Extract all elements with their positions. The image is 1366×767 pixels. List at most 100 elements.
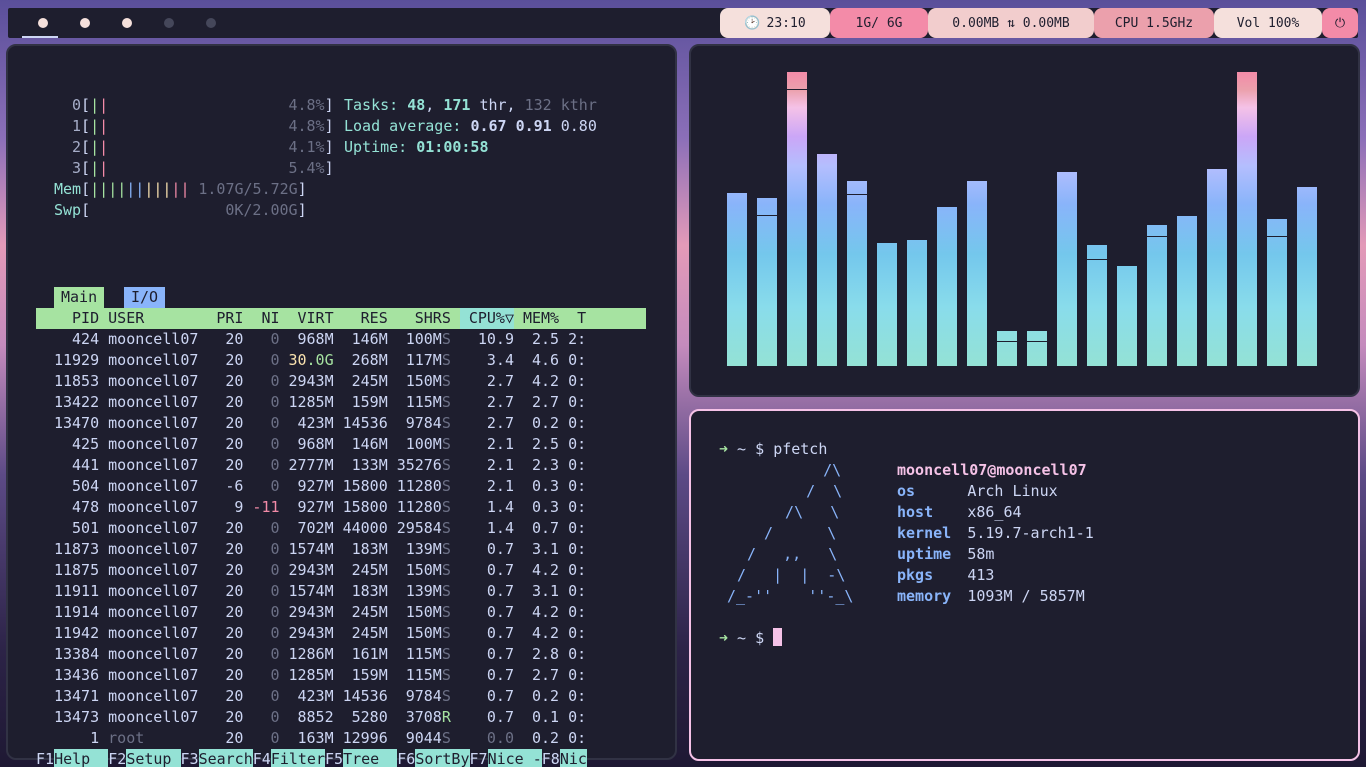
process-row[interactable]: 13473 mooncell07 20 0 8852 5280 3708R 0.7 0.1 0: xyxy=(36,707,646,728)
meter-bracket-close: ] xyxy=(324,117,334,135)
time-cell: 0: xyxy=(568,582,587,600)
virt-cell: 927M xyxy=(297,498,334,516)
process-row[interactable]: 501 mooncell07 20 0 702M 44000 29584S 1.4 0.7 0: xyxy=(36,518,646,539)
bar-module-power[interactable]: ⏻ xyxy=(1322,8,1358,38)
fkey-f4-action[interactable]: Filter xyxy=(270,749,325,767)
bar-module-network[interactable]: 0.00MB ⇅ 0.00MB xyxy=(928,8,1094,38)
process-row[interactable]: 11875 mooncell07 20 0 2943M 245M 150MS 0.7 4.2 0: xyxy=(36,560,646,581)
column-header-mem[interactable]: MEM% xyxy=(514,308,559,329)
mem-percent-cell: 4.2 xyxy=(531,603,560,621)
terminal-window[interactable]: ➜ ~ $ pfetch /\ / \ /\ \ / \ / ,, \ / | | … xyxy=(689,409,1360,761)
cpu-percent-cell: 10.9 xyxy=(477,330,514,348)
pid-cell: 478 xyxy=(72,498,100,516)
column-header-pri[interactable]: PRI xyxy=(207,308,243,329)
cava-visualizer-window xyxy=(689,44,1360,397)
mem-value: 1.07G/5.72G xyxy=(198,180,298,198)
column-header-shr[interactable]: SHR xyxy=(388,308,442,329)
mem-label: Mem xyxy=(54,180,82,198)
workspace-button[interactable] xyxy=(106,8,148,38)
user-cell: mooncell07 xyxy=(108,393,199,411)
process-row[interactable]: 13471 mooncell07 20 0 423M 14536 9784S 0.7 0.2 0: xyxy=(36,686,646,707)
process-row[interactable]: 11873 mooncell07 20 0 1574M 183M 139MS 0.7 3.1 0: xyxy=(36,539,646,560)
process-row[interactable]: 424 mooncell07 20 0 968M 146M 100MS 10.9 2.5 2: xyxy=(36,329,646,350)
tab-io[interactable]: I/O xyxy=(124,287,166,308)
state-cell: S xyxy=(441,372,451,390)
meter-bracket-open: [ xyxy=(81,117,91,135)
state-cell: S xyxy=(441,624,451,642)
column-header-cpu[interactable]: CPU%▽ xyxy=(459,308,514,329)
user-cell: mooncell07 xyxy=(108,477,199,495)
process-row[interactable]: 441 mooncell07 20 0 2777M 133M 35276S 2.1 2.3 0: xyxy=(36,455,646,476)
nice-cell: 0 xyxy=(270,477,280,495)
workspace-button[interactable] xyxy=(64,8,106,38)
fkey-f2-action[interactable]: Setup xyxy=(126,749,181,767)
process-row[interactable]: 11914 mooncell07 20 0 2943M 245M 150MS 0.7 4.2 0: xyxy=(36,602,646,623)
process-row[interactable]: 11911 mooncell07 20 0 1574M 183M 139MS 0.7 3.1 0: xyxy=(36,581,646,602)
virt-cell: 2943M xyxy=(288,561,334,579)
column-header-user[interactable]: USER xyxy=(99,308,207,329)
fkey-f5-action[interactable]: Tree xyxy=(343,749,398,767)
column-header-t[interactable]: T xyxy=(559,308,586,329)
fkey-f3-action[interactable]: Search xyxy=(198,749,253,767)
workspace-button[interactable] xyxy=(22,8,64,38)
res-cell: 15800 xyxy=(342,498,388,516)
cpu-meter: 1[|| 4.8%] xyxy=(72,116,334,137)
column-header-ni[interactable]: NI xyxy=(243,308,279,329)
column-header-pid[interactable]: PID xyxy=(36,308,99,329)
priority-cell: 20 xyxy=(225,351,244,369)
visualizer-bar xyxy=(1147,225,1167,366)
prompt-arrow-icon: ➜ xyxy=(719,440,729,458)
mem-percent-cell: 2.5 xyxy=(531,330,560,348)
process-row[interactable]: 11929 mooncell07 20 0 30.0G 268M 117MS 3.4 4.6 0: xyxy=(36,350,646,371)
visualizer-peak xyxy=(1147,236,1167,237)
mem-percent-cell: 2.5 xyxy=(531,435,560,453)
shr-cell: 150M xyxy=(405,561,442,579)
bar-module-clock[interactable]: 🕑 23:10 xyxy=(720,8,830,38)
process-row[interactable]: 13436 mooncell07 20 0 1285M 159M 115MS 0.7 2.7 0: xyxy=(36,665,646,686)
res-cell: 245M xyxy=(351,603,388,621)
visualizer-bar xyxy=(907,240,927,366)
fkey-f6-action[interactable]: SortBy xyxy=(415,749,470,767)
cpu-percent: 4.1% xyxy=(288,138,325,156)
process-row[interactable]: 1 root 20 0 163M 12996 9044S 0.0 0.2 0: xyxy=(36,728,646,749)
fkey-f8-action[interactable]: Nic xyxy=(559,749,587,767)
bar-module-cpu[interactable]: CPU 1.5GHz xyxy=(1094,8,1214,38)
process-row[interactable]: 504 mooncell07 -6 0 927M 15800 11280S 2.1 0.3 0: xyxy=(36,476,646,497)
column-header-virt[interactable]: VIRT xyxy=(280,308,334,329)
pfetch-value: Arch Linux xyxy=(967,482,1058,500)
time-cell: 0: xyxy=(568,414,587,432)
priority-cell: 20 xyxy=(225,519,244,537)
mem-meter: Mem[||||||||||| 1.07G/5.72G] xyxy=(54,179,307,200)
process-row[interactable]: 11942 mooncell07 20 0 2943M 245M 150MS 0.7 4.2 0: xyxy=(36,623,646,644)
user-cell: root xyxy=(108,729,145,747)
workspace-button[interactable] xyxy=(190,8,232,38)
workspace-button[interactable] xyxy=(148,8,190,38)
column-header-res[interactable]: RES xyxy=(334,308,388,329)
bar-module-volume[interactable]: Vol 100% xyxy=(1214,8,1322,38)
pid-cell: 13471 xyxy=(53,687,100,705)
fkey-f7-action[interactable]: Nice - xyxy=(487,749,542,767)
process-row[interactable]: 11853 mooncell07 20 0 2943M 245M 150MS 2.7 4.2 0: xyxy=(36,371,646,392)
visualizer-bar xyxy=(1087,245,1107,366)
workspace-dot-icon xyxy=(122,18,132,28)
bar-module-memory[interactable]: 1G/ 6G xyxy=(830,8,928,38)
nice-cell: 0 xyxy=(270,729,280,747)
process-row[interactable]: 13422 mooncell07 20 0 1285M 159M 115MS 2.7 2.7 0: xyxy=(36,392,646,413)
fkey-f1-action[interactable]: Help xyxy=(54,749,109,767)
tab-main[interactable]: Main xyxy=(54,287,105,308)
htop-window[interactable]: 0[|| 4.8%] 1[|| 4.8%] 2[|| 4.1%] 3[|| 5.4%] Mem[… xyxy=(6,44,677,767)
state-cell: S xyxy=(441,330,451,348)
user-cell: mooncell07 xyxy=(108,456,199,474)
process-row[interactable]: 13384 mooncell07 20 0 1286M 161M 115MS 0.7 2.8 0: xyxy=(36,644,646,665)
column-header-s[interactable]: S xyxy=(442,308,460,329)
process-row[interactable]: 425 mooncell07 20 0 968M 146M 100MS 2.1 2.5 0: xyxy=(36,434,646,455)
pid-cell: 424 xyxy=(72,330,100,348)
process-row[interactable]: 478 mooncell07 9 -11 927M 15800 11280S 1.4 0.3 0: xyxy=(36,497,646,518)
time-cell: 0: xyxy=(568,561,587,579)
mem-percent-cell: 4.6 xyxy=(531,351,560,369)
process-row[interactable]: 13470 mooncell07 20 0 423M 14536 9784S 2.7 0.2 0: xyxy=(36,413,646,434)
time-cell: 0: xyxy=(568,645,587,663)
mem-percent-cell: 3.1 xyxy=(531,582,560,600)
virt-cell: 8852 xyxy=(297,708,334,726)
time-cell: 0: xyxy=(568,540,587,558)
